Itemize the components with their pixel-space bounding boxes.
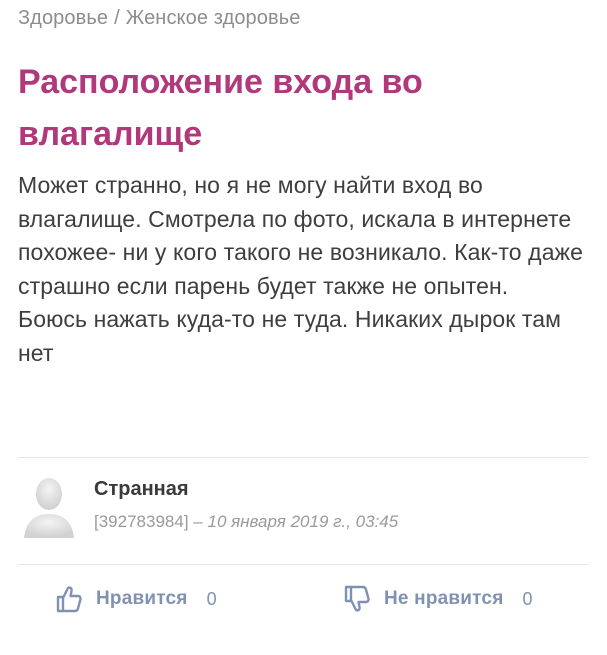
meta-dash: – [193, 512, 203, 531]
post-body: Может странно, но я не могу найти вход в… [18, 172, 583, 366]
thumbs-down-icon [344, 585, 370, 613]
avatar[interactable] [18, 472, 80, 538]
author-id: [392783984] [94, 512, 189, 531]
dislike-count: 0 [522, 588, 533, 609]
reaction-bar: Нравится 0 Не нравится 0 [18, 580, 589, 620]
like-label: Нравится [96, 588, 188, 609]
post-page: Здоровье / Женское здоровье Расположение в… [0, 0, 607, 655]
dislike-label: Не нравится [384, 588, 504, 609]
breadcrumb-item-health[interactable]: Здоровье [18, 7, 108, 29]
post-meta: [392783984] – 10 января 2019 г., 03:45 [94, 512, 398, 532]
author-block: Странная [392783984] – 10 января 2019 г.… [18, 472, 589, 542]
dislike-button[interactable]: Не нравится 0 [344, 580, 533, 618]
author-name[interactable]: Странная [94, 478, 189, 501]
divider [18, 564, 589, 565]
breadcrumb-item-womens-health[interactable]: Женское здоровье [126, 7, 301, 29]
user-silhouette-icon [24, 478, 74, 538]
divider [18, 457, 589, 458]
thumbs-up-icon [56, 585, 82, 613]
breadcrumb-separator: / [114, 7, 120, 29]
like-count: 0 [206, 588, 217, 609]
breadcrumb: Здоровье / Женское здоровье [18, 7, 300, 30]
page-title: Расположение входа во влагалище [18, 63, 423, 153]
post-date: 10 января 2019 г., 03:45 [207, 512, 399, 531]
like-button[interactable]: Нравится 0 [56, 580, 217, 618]
